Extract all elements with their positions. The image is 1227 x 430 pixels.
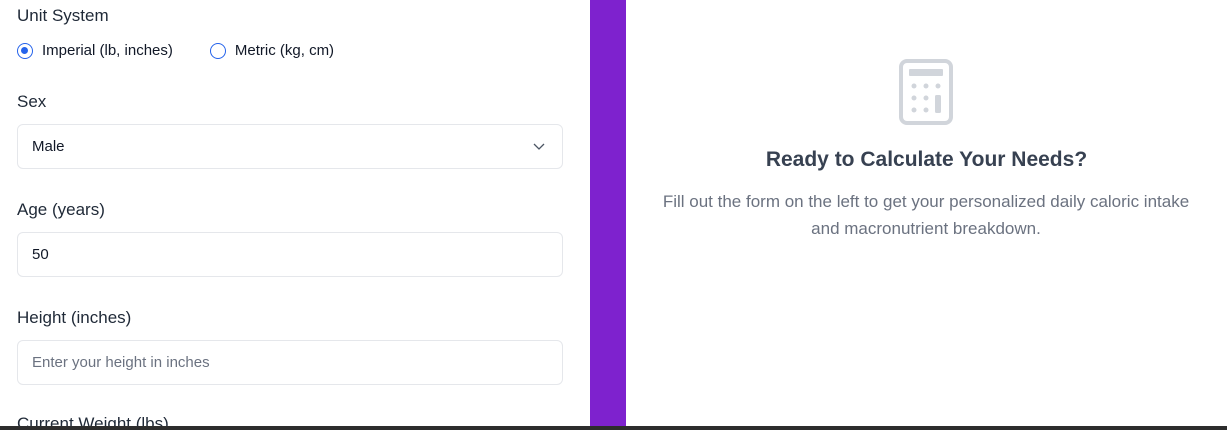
height-input-placeholder: Enter your height in inches: [32, 354, 210, 371]
age-input-value: 50: [32, 246, 49, 263]
sex-label: Sex: [17, 92, 47, 111]
window-bottom-border: [0, 426, 1227, 430]
calculator-icon: [899, 59, 953, 125]
metric-radio[interactable]: Metric (kg, cm): [209, 42, 334, 59]
radio-checked-icon[interactable]: [17, 42, 33, 59]
metric-radio-label[interactable]: Metric (kg, cm): [235, 42, 334, 59]
sex-select-value: Male: [32, 138, 65, 155]
unit-system-label: Unit System: [17, 6, 109, 25]
chevron-down-icon: [533, 143, 545, 150]
results-title: Ready to Calculate Your Needs?: [765, 148, 1088, 171]
imperial-radio-label[interactable]: Imperial (lb, inches): [42, 42, 173, 59]
age-input[interactable]: 50: [17, 232, 563, 277]
weight-label: Current Weight (lbs): [17, 414, 169, 426]
imperial-radio[interactable]: Imperial (lb, inches): [17, 42, 173, 59]
age-label: Age (years): [17, 200, 105, 219]
unit-system-radio-group: Imperial (lb, inches) Metric (kg, cm): [17, 42, 334, 59]
results-description: Fill out the form on the left to get you…: [662, 192, 1190, 238]
radio-unchecked-icon[interactable]: [209, 42, 226, 59]
height-input[interactable]: Enter your height in inches: [17, 340, 563, 385]
height-label: Height (inches): [17, 308, 132, 327]
sex-select[interactable]: Male: [17, 124, 563, 169]
accent-divider: [590, 0, 626, 426]
results-panel: Ready to Calculate Your Needs? Fill out …: [626, 0, 1227, 426]
calculator-form: Unit System Imperial (lb, inches) Metric…: [0, 0, 590, 426]
